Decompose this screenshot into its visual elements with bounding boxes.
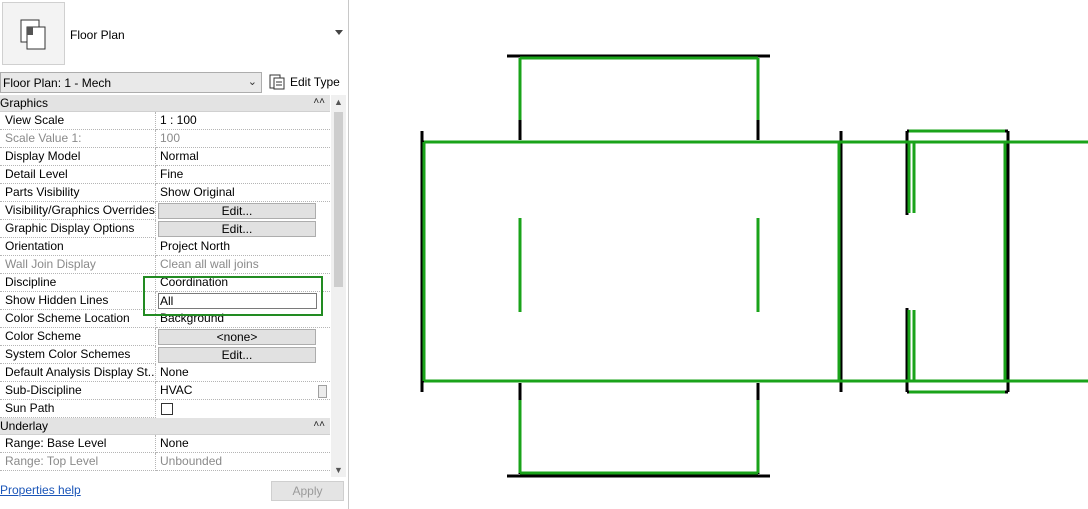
property-row[interactable]: Display Model Normal xyxy=(0,148,330,166)
property-value[interactable]: None xyxy=(156,364,330,382)
property-edit-button[interactable]: Edit... xyxy=(158,203,316,219)
collapse-icon[interactable]: ˄˄ xyxy=(313,419,325,430)
property-value: Clean all wall joins xyxy=(156,256,330,274)
group-label: Underlay xyxy=(0,419,49,433)
edit-type-button[interactable]: Edit Type xyxy=(268,72,348,93)
property-value[interactable]: 1 : 100 xyxy=(156,112,330,130)
properties-palette: Floor Plan Floor Plan: 1 - Mech ⌄ Edit T… xyxy=(0,0,349,509)
property-edit-button[interactable]: Edit... xyxy=(158,347,316,363)
collapse-icon[interactable]: ˄˄ xyxy=(313,96,325,107)
property-name: Display Model xyxy=(0,148,156,166)
property-row[interactable]: Scale Value 1: 100 xyxy=(0,130,330,148)
property-value[interactable]: Show Original xyxy=(156,184,330,202)
property-name: System Color Schemes xyxy=(0,346,156,364)
scrollbar-thumb[interactable] xyxy=(334,112,343,287)
property-row[interactable]: Range: Top Level Unbounded xyxy=(0,453,330,471)
property-row[interactable]: View Scale 1 : 100 xyxy=(0,112,330,130)
type-selector[interactable]: Floor Plan xyxy=(0,0,348,69)
instance-filter-dropdown[interactable]: Floor Plan: 1 - Mech ⌄ xyxy=(0,72,262,93)
instance-filter-value: Floor Plan: 1 - Mech xyxy=(3,76,112,90)
properties-help-link[interactable]: Properties help xyxy=(0,483,81,497)
property-name: Default Analysis Display St... xyxy=(0,364,156,382)
property-name: Detail Level xyxy=(0,166,156,184)
property-name: Parts Visibility xyxy=(0,184,156,202)
property-row[interactable]: Sun Path xyxy=(0,400,330,418)
property-value[interactable]: Fine xyxy=(156,166,330,184)
apply-button[interactable]: Apply xyxy=(271,481,344,501)
property-row[interactable]: Detail Level Fine xyxy=(0,166,330,184)
property-value[interactable]: Normal xyxy=(156,148,330,166)
property-value: 100 xyxy=(156,130,330,148)
property-row[interactable]: Default Analysis Display St... None xyxy=(0,364,330,382)
scroll-up-icon[interactable]: ▲ xyxy=(334,97,343,107)
property-row[interactable]: Sub-Discipline HVAC xyxy=(0,382,330,400)
property-name: Orientation xyxy=(0,238,156,256)
group-header-underlay[interactable]: Underlay ˄˄ xyxy=(0,418,330,435)
row-scroll-handle[interactable] xyxy=(318,385,327,398)
chevron-down-icon: ⌄ xyxy=(247,76,257,88)
group-label: Graphics xyxy=(0,96,49,110)
edit-type-icon xyxy=(269,74,285,93)
property-name: Show Hidden Lines xyxy=(0,292,156,310)
property-name: Color Scheme Location xyxy=(0,310,156,328)
property-name: Scale Value 1: xyxy=(0,130,156,148)
property-value[interactable]: Project North xyxy=(156,238,330,256)
type-name: Floor Plan xyxy=(70,28,125,42)
edit-type-label: Edit Type xyxy=(290,75,340,89)
group-header-graphics[interactable]: Graphics ˄˄ xyxy=(0,95,330,112)
property-row[interactable]: System Color Schemes Edit... xyxy=(0,346,330,364)
floor-plan-icon xyxy=(2,2,65,65)
property-value: Unbounded xyxy=(156,453,330,471)
property-row[interactable]: Parts Visibility Show Original xyxy=(0,184,330,202)
property-value[interactable]: None xyxy=(156,435,330,453)
property-name: Graphic Display Options xyxy=(0,220,156,238)
properties-scrollbar[interactable]: ▲ ▼ xyxy=(331,95,346,477)
property-edit-button[interactable]: <none> xyxy=(158,329,316,345)
property-row[interactable]: Graphic Display Options Edit... xyxy=(0,220,330,238)
property-name: Discipline xyxy=(0,274,156,292)
property-name: Wall Join Display xyxy=(0,256,156,274)
property-name: Color Scheme xyxy=(0,328,156,346)
property-name: Range: Base Level xyxy=(0,435,156,453)
scroll-down-icon[interactable]: ▼ xyxy=(334,465,343,475)
property-row[interactable]: Color Scheme <none> xyxy=(0,328,330,346)
instance-row: Floor Plan: 1 - Mech ⌄ Edit Type xyxy=(0,71,348,94)
property-checkbox[interactable] xyxy=(161,403,173,415)
property-edit-button[interactable]: Edit... xyxy=(158,221,316,237)
chevron-down-icon[interactable] xyxy=(335,30,343,35)
property-name: View Scale xyxy=(0,112,156,130)
property-name: Sub-Discipline xyxy=(0,382,156,400)
floor-plan-canvas[interactable] xyxy=(350,0,1088,509)
property-name: Range: Top Level xyxy=(0,453,156,471)
property-row[interactable]: Orientation Project North xyxy=(0,238,330,256)
property-name: Visibility/Graphics Overrides xyxy=(0,202,156,220)
property-row[interactable]: Visibility/Graphics Overrides Edit... xyxy=(0,202,330,220)
properties-footer: Properties help Apply xyxy=(0,478,348,509)
property-row[interactable]: Wall Join Display Clean all wall joins xyxy=(0,256,330,274)
annotation-highlight-box xyxy=(143,276,323,316)
property-name: Sun Path xyxy=(0,400,156,418)
property-row[interactable]: Range: Base Level None xyxy=(0,435,330,453)
property-value[interactable]: HVAC xyxy=(156,382,330,400)
